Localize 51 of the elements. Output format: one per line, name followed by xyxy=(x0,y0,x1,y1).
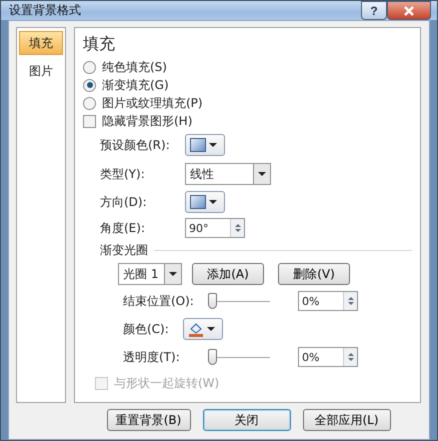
caret-icon xyxy=(207,327,215,331)
dialog-button[interactable]: 关闭 xyxy=(202,409,290,431)
slider-thumb[interactable] xyxy=(208,349,217,365)
sidebar-item[interactable]: 图片 xyxy=(19,59,63,83)
paint-bucket-icon xyxy=(188,322,204,336)
section-title: 填充 xyxy=(83,34,116,55)
position-field[interactable]: 0% xyxy=(298,291,358,311)
caret-icon xyxy=(209,143,217,147)
gradient-swatch-icon xyxy=(190,195,206,209)
slider-thumb[interactable] xyxy=(208,293,217,309)
group-title: 渐变光圈 xyxy=(100,242,148,258)
radio-button[interactable] xyxy=(83,60,96,74)
add-button[interactable]: 添加(A) xyxy=(192,263,264,285)
field-label: 类型(Y): xyxy=(100,166,146,182)
slider-track[interactable] xyxy=(208,291,270,311)
field-label: 透明度(T): xyxy=(123,348,181,366)
stop-dropdown[interactable]: 光圈 1 xyxy=(118,263,182,285)
field-label: 角度(E): xyxy=(100,220,146,236)
checkbox-option[interactable]: 隐藏背景图形(H) xyxy=(83,112,412,130)
radio-button[interactable] xyxy=(83,78,96,92)
remove-button[interactable]: 删除(V) xyxy=(278,263,350,285)
caret-icon[interactable] xyxy=(164,264,181,284)
sidebar-item[interactable]: 填充 xyxy=(19,31,63,55)
spinner-icon[interactable] xyxy=(343,348,357,366)
transparency-field[interactable]: 0% xyxy=(298,347,358,367)
field-label: 结束位置(O): xyxy=(123,292,195,310)
field-label: 方向(D): xyxy=(100,194,148,210)
dialog-button[interactable]: 全部应用(L) xyxy=(302,409,390,431)
type-dropdown[interactable]: 线性 xyxy=(185,163,271,185)
caret-icon[interactable] xyxy=(253,164,270,184)
radio-option[interactable]: 纯色填充(S) xyxy=(83,58,412,76)
field-label: 预设颜色(R): xyxy=(100,136,171,154)
angle-field[interactable]: 90° xyxy=(185,218,245,238)
spinner-icon[interactable] xyxy=(343,292,357,310)
close-button[interactable] xyxy=(387,1,431,20)
close-icon xyxy=(404,6,414,16)
color-dropdown[interactable] xyxy=(185,134,225,156)
caret-icon xyxy=(209,200,217,204)
checkbox[interactable] xyxy=(83,114,96,128)
gradient-swatch-icon xyxy=(190,138,206,152)
slider-track[interactable] xyxy=(208,347,270,367)
window-title: 设置背景格式 xyxy=(9,2,82,19)
direction-dropdown[interactable] xyxy=(185,191,225,213)
radio-option[interactable]: 渐变填充(G) xyxy=(83,76,412,94)
dialog-button[interactable]: 重置背景(B) xyxy=(106,409,190,431)
spinner-icon[interactable] xyxy=(230,219,244,237)
radio-option[interactable]: 图片或纹理填充(P) xyxy=(83,94,412,112)
radio-button[interactable] xyxy=(83,96,96,110)
field-label: 颜色(C): xyxy=(123,320,170,338)
help-button[interactable]: ? xyxy=(361,1,387,20)
color-dropdown[interactable] xyxy=(183,318,223,340)
